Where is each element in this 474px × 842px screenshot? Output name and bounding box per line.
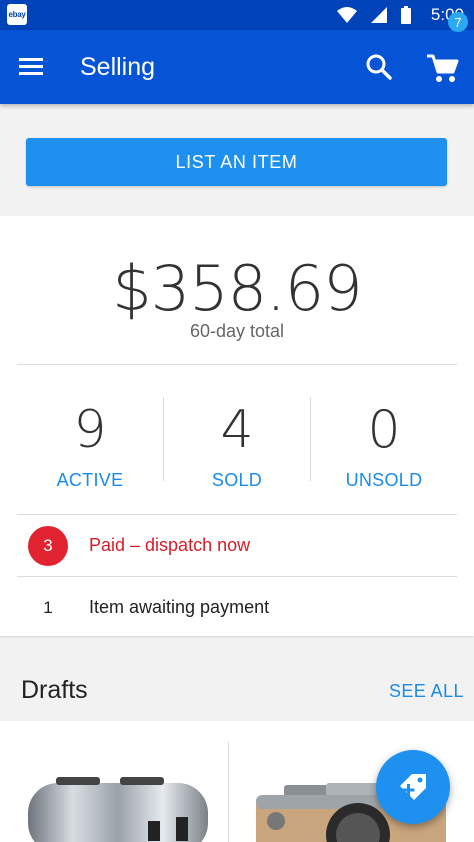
- status-bar: ebay 5:00: [0, 0, 474, 30]
- menu-button[interactable]: [16, 52, 46, 82]
- stat-sold[interactable]: 4 SOLD: [164, 400, 310, 491]
- cart-button[interactable]: [424, 50, 462, 86]
- signal-icon: [370, 7, 387, 23]
- app-bar: Selling: [0, 30, 474, 104]
- draft-item-toaster[interactable]: [16, 721, 212, 842]
- active-label: ACTIVE: [56, 470, 124, 490]
- cart-count-badge: 7: [448, 12, 468, 32]
- divider: [228, 742, 229, 842]
- awaiting-payment-count: 1: [43, 597, 53, 617]
- search-icon: [366, 54, 392, 80]
- sales-total: $358.69: [112, 252, 362, 325]
- add-tag-icon: [400, 774, 426, 800]
- ebay-notification-icon: ebay: [7, 4, 27, 25]
- list-an-item-button[interactable]: LIST AN ITEM: [26, 138, 447, 186]
- awaiting-payment-row[interactable]: 1 Item awaiting payment: [17, 577, 457, 638]
- unsold-label: UNSOLD: [345, 470, 423, 490]
- unsold-count: 0: [367, 400, 401, 460]
- sales-total-label: 60-day total: [189, 321, 285, 341]
- divider: [17, 364, 457, 365]
- active-count: 9: [73, 400, 107, 460]
- stat-active[interactable]: 9 ACTIVE: [17, 400, 163, 491]
- hamburger-menu-icon: [19, 58, 43, 75]
- sell-item-fab[interactable]: [376, 750, 450, 824]
- stat-unsold[interactable]: 0 UNSOLD: [311, 400, 457, 491]
- search-button[interactable]: [362, 50, 396, 84]
- sold-count: 4: [220, 400, 254, 460]
- awaiting-payment-label: Item awaiting payment: [89, 597, 270, 617]
- sold-label: SOLD: [211, 470, 263, 490]
- shopping-cart-icon: [427, 54, 459, 82]
- toaster-image: [28, 777, 208, 842]
- drafts-heading: Drafts: [21, 676, 88, 704]
- dispatch-count-badge: 3: [28, 525, 68, 566]
- page-title: Selling: [80, 53, 156, 81]
- dispatch-label: Paid – dispatch now: [89, 535, 251, 555]
- battery-icon: [400, 6, 411, 24]
- wifi-icon: [336, 7, 357, 23]
- see-all-drafts-link[interactable]: SEE ALL: [389, 681, 464, 702]
- paid-dispatch-row[interactable]: 3 Paid – dispatch now: [17, 515, 457, 576]
